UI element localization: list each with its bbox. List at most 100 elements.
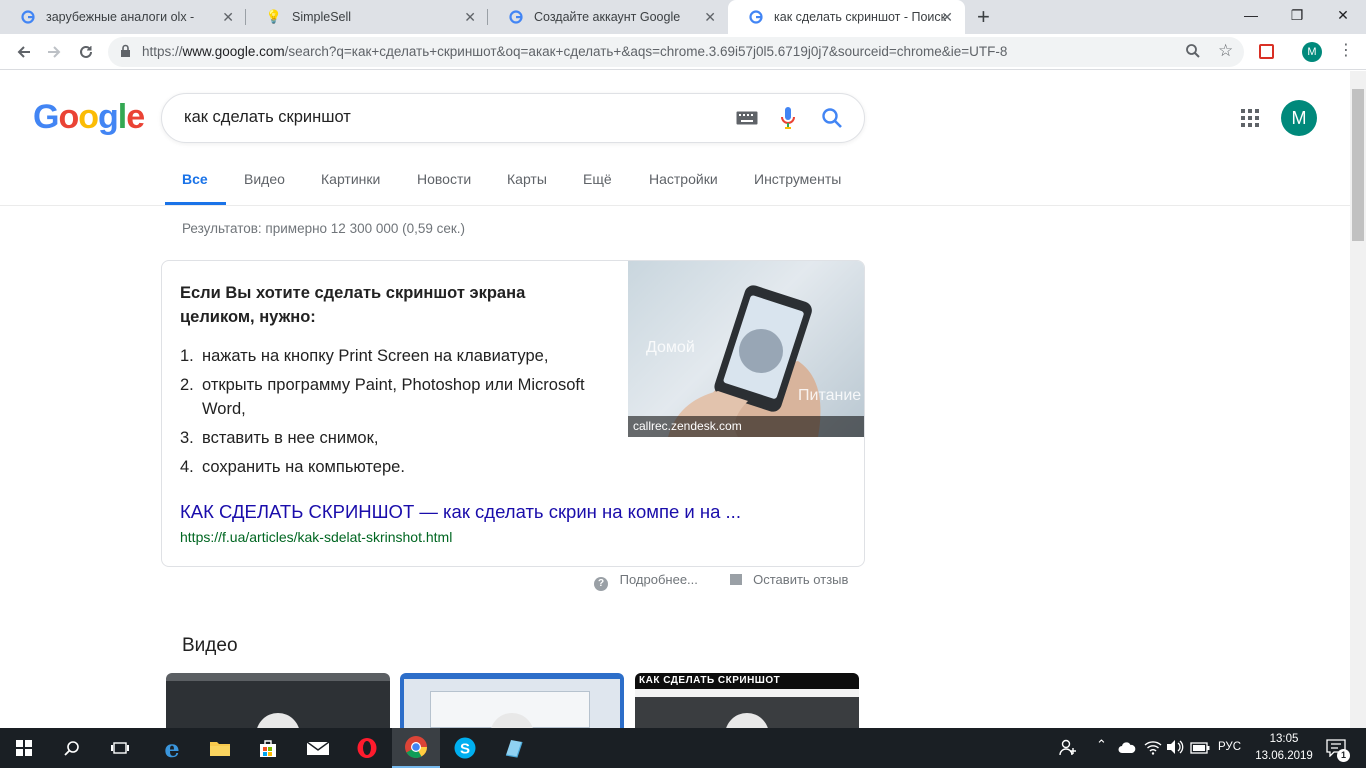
search-taskbar-button[interactable] (48, 728, 96, 768)
image-source-caption[interactable]: callrec.zendesk.com (628, 416, 864, 437)
chevron-up-icon[interactable]: ⌃ (1096, 737, 1107, 753)
url-text: https://www.google.com/search?q=как+сдел… (142, 44, 1007, 59)
task-view-button[interactable] (96, 728, 144, 768)
close-tab-icon[interactable]: ✕ (464, 9, 476, 26)
tab-images[interactable]: Картинки (321, 171, 380, 187)
close-tab-icon[interactable]: ✕ (704, 9, 716, 26)
bookmark-star-icon[interactable]: ☆ (1218, 41, 1233, 61)
snippet-heading: Если Вы хотите сделать скриншот экрана ц… (180, 284, 526, 326)
tab-title: SimpleSell (292, 10, 352, 24)
opera-icon (357, 738, 377, 758)
google-logo[interactable]: Google (33, 98, 145, 137)
voice-search-mic-icon[interactable] (780, 106, 796, 135)
account-avatar[interactable]: M (1281, 100, 1317, 136)
tab-google-account[interactable]: Создайте аккаунт Google ✕ (488, 0, 728, 34)
keyboard-icon[interactable] (736, 111, 758, 130)
page-scrollbar[interactable] (1350, 71, 1366, 728)
wifi-icon[interactable] (1144, 739, 1162, 760)
leave-feedback-link[interactable]: Оставить отзыв (753, 572, 848, 587)
people-icon[interactable] (1058, 738, 1078, 763)
video-section-heading: Видео (182, 635, 238, 656)
tab-olx-search[interactable]: зарубежные аналоги olx - Поиск ✕ (0, 0, 246, 34)
tab-current-search[interactable]: как сделать скриншот - Поиск в ✕ (728, 0, 965, 34)
profile-avatar[interactable]: M (1302, 42, 1322, 62)
new-tab-button[interactable]: + (977, 4, 990, 30)
list-item: 1. нажать на кнопку Print Screen на клави… (180, 347, 549, 365)
close-window-button[interactable]: ✕ (1320, 0, 1366, 30)
volume-icon[interactable] (1166, 739, 1184, 760)
search-icon[interactable] (821, 107, 843, 134)
forward-arrow-icon (48, 46, 61, 58)
input-language-indicator[interactable]: РУС (1218, 741, 1241, 753)
minimize-button[interactable]: — (1228, 0, 1274, 30)
more-info-link[interactable]: Подробнее... (620, 572, 698, 587)
snippet-list: 1. нажать на кнопку Print Screen на клави… (180, 344, 600, 484)
mail-taskbar-button[interactable] (294, 728, 342, 768)
tab-maps[interactable]: Карты (507, 171, 547, 187)
list-item: 2. открыть программу Paint, Photoshop или… (180, 376, 585, 418)
maximize-button[interactable]: ❐ (1274, 0, 1320, 30)
google-favicon-icon (508, 9, 524, 25)
search-query[interactable]: как сделать скриншот (184, 108, 351, 127)
skype-taskbar-button[interactable]: S (441, 728, 489, 768)
windows-taskbar: e S ⌃ РУС 13:05 13.06.2019 1 (0, 728, 1366, 768)
reload-button[interactable] (74, 40, 98, 64)
store-taskbar-button[interactable] (244, 728, 292, 768)
tab-more[interactable]: Ещё (583, 171, 612, 187)
onedrive-cloud-icon[interactable] (1118, 741, 1136, 759)
extension-icon[interactable] (1259, 44, 1274, 59)
forward-button[interactable] (42, 40, 66, 64)
image-label-home: Домой (646, 339, 695, 356)
video-thumbnail-1[interactable] (166, 673, 390, 728)
zoom-icon[interactable] (1185, 43, 1201, 64)
tab-all[interactable]: Все (182, 171, 208, 187)
scrollbar-thumb[interactable] (1352, 89, 1364, 241)
address-bar[interactable]: https://www.google.com/search?q=как+сдел… (108, 37, 1244, 67)
mail-envelope-icon (307, 741, 329, 755)
tab-tools[interactable]: Инструменты (754, 171, 841, 187)
edge-taskbar-button[interactable]: e (148, 728, 196, 768)
start-button[interactable] (0, 728, 48, 768)
url-scheme: https:// (142, 44, 183, 59)
video-thumbnail-2[interactable] (400, 673, 624, 728)
edge-icon: e (164, 733, 180, 763)
tab-settings[interactable]: Настройки (649, 171, 718, 187)
result-stats: Результатов: примерно 12 300 000 (0,59 с… (182, 221, 466, 236)
snippet-result-link[interactable]: КАК СДЕЛАТЬ СКРИНШОТ — как сделать скрин… (180, 501, 741, 523)
back-arrow-icon (17, 46, 30, 58)
tab-simplesell[interactable]: 💡 SimpleSell ✕ (246, 0, 488, 34)
snippet-image[interactable]: Домой Питание callrec.zendesk.com (628, 261, 864, 437)
image-label-power: Питание (798, 387, 862, 404)
google-favicon-icon (20, 9, 36, 25)
close-tab-icon[interactable]: ✕ (941, 9, 953, 26)
chrome-icon (405, 736, 427, 758)
tab-videos[interactable]: Видео (244, 171, 285, 187)
taskbar-clock[interactable]: 13:05 13.06.2019 (1250, 731, 1318, 765)
search-input[interactable]: как сделать скриншот (161, 93, 865, 143)
skype-icon: S (454, 737, 476, 759)
menu-kebab-icon[interactable]: ⋮ (1338, 40, 1354, 60)
chrome-taskbar-button[interactable] (392, 728, 440, 768)
tab-strip: зарубежные аналоги olx - Поиск ✕ 💡 Simpl… (0, 0, 1366, 34)
tab-news[interactable]: Новости (417, 171, 471, 187)
video-title-text: КАК СДЕЛАТЬ СКРИНШОТ (635, 673, 859, 689)
back-button[interactable] (12, 40, 36, 64)
battery-icon[interactable] (1190, 741, 1210, 759)
task-view-icon (111, 742, 129, 754)
snippet-result-url: https://f.ua/articles/kak-sdelat-skrinsh… (180, 529, 453, 545)
file-explorer-taskbar-button[interactable] (196, 728, 244, 768)
app-taskbar-button[interactable] (490, 728, 538, 768)
notification-count-badge: 1 (1337, 749, 1350, 762)
lightbulb-favicon-icon: 💡 (265, 9, 283, 24)
clock-time: 13:05 (1269, 733, 1299, 745)
apps-grid-icon[interactable] (1240, 108, 1260, 133)
windows-logo-icon (16, 740, 32, 756)
tab-title: как сделать скриншот - Поиск в (774, 10, 949, 24)
lock-icon[interactable] (120, 44, 131, 63)
close-tab-icon[interactable]: ✕ (222, 9, 234, 26)
opera-taskbar-button[interactable] (343, 728, 391, 768)
video-thumbnail-3[interactable]: КАК СДЕЛАТЬ СКРИНШОТ (635, 673, 859, 728)
google-header: Google как сделать скриншот M Все Видео … (0, 71, 1350, 206)
google-favicon-icon (748, 9, 764, 25)
featured-snippet: Если Вы хотите сделать скриншот экрана ц… (161, 260, 865, 567)
